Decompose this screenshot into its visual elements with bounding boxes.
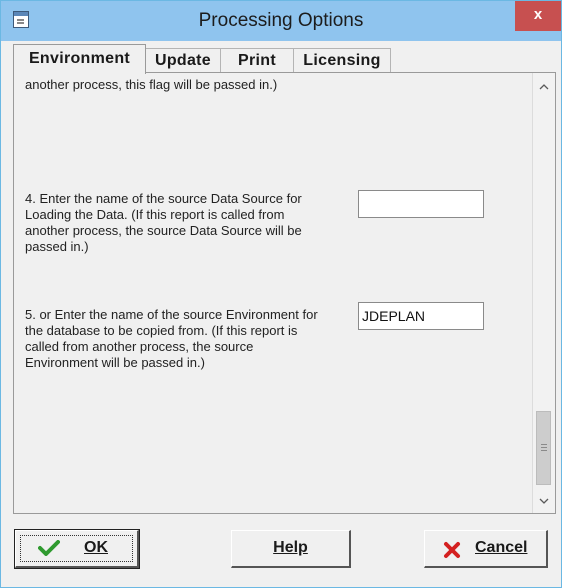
red-x-icon — [444, 542, 460, 558]
help-button[interactable]: Help — [231, 530, 351, 568]
tab-licensing[interactable]: Licensing — [293, 48, 391, 73]
scroll-thumb[interactable] — [536, 411, 551, 485]
source-data-source-input[interactable] — [358, 190, 484, 218]
cancel-label: Cancel — [475, 539, 528, 556]
window-title: Processing Options — [198, 10, 364, 31]
tab-strip: Environment Update Print Licensing — [13, 44, 553, 74]
option-3-prompt-tail: another process, this flag will be passe… — [25, 73, 345, 93]
cancel-button[interactable]: Cancel — [424, 530, 548, 568]
vertical-scrollbar[interactable] — [532, 73, 555, 513]
scroll-up-arrow-icon[interactable] — [533, 75, 555, 97]
environment-panel: another process, this flag will be passe… — [13, 72, 556, 514]
option-3-last-line: another process, this flag will be passe… — [25, 77, 278, 92]
tab-environment[interactable]: Environment — [13, 44, 146, 74]
check-icon — [38, 540, 60, 556]
title-bar: Processing Options x — [1, 1, 561, 41]
close-button[interactable]: x — [515, 1, 561, 31]
options-scroll-area: another process, this flag will be passe… — [14, 73, 532, 513]
ok-label: OK — [84, 539, 108, 556]
option-4-prompt: 4. Enter the name of the source Data Sou… — [25, 191, 302, 254]
scroll-down-arrow-icon[interactable] — [533, 489, 555, 511]
help-label: Help — [273, 539, 308, 556]
ok-button[interactable]: OK — [14, 529, 140, 569]
processing-options-dialog: Processing Options x Environment Update … — [0, 0, 562, 588]
tab-print[interactable]: Print — [220, 48, 294, 73]
option-5-prompt: 5. or Enter the name of the source Envir… — [25, 307, 318, 370]
tab-update[interactable]: Update — [145, 48, 221, 73]
source-environment-input[interactable] — [358, 302, 484, 330]
ok-focus-rect — [20, 535, 133, 562]
grip-lines-icon — [541, 444, 547, 445]
